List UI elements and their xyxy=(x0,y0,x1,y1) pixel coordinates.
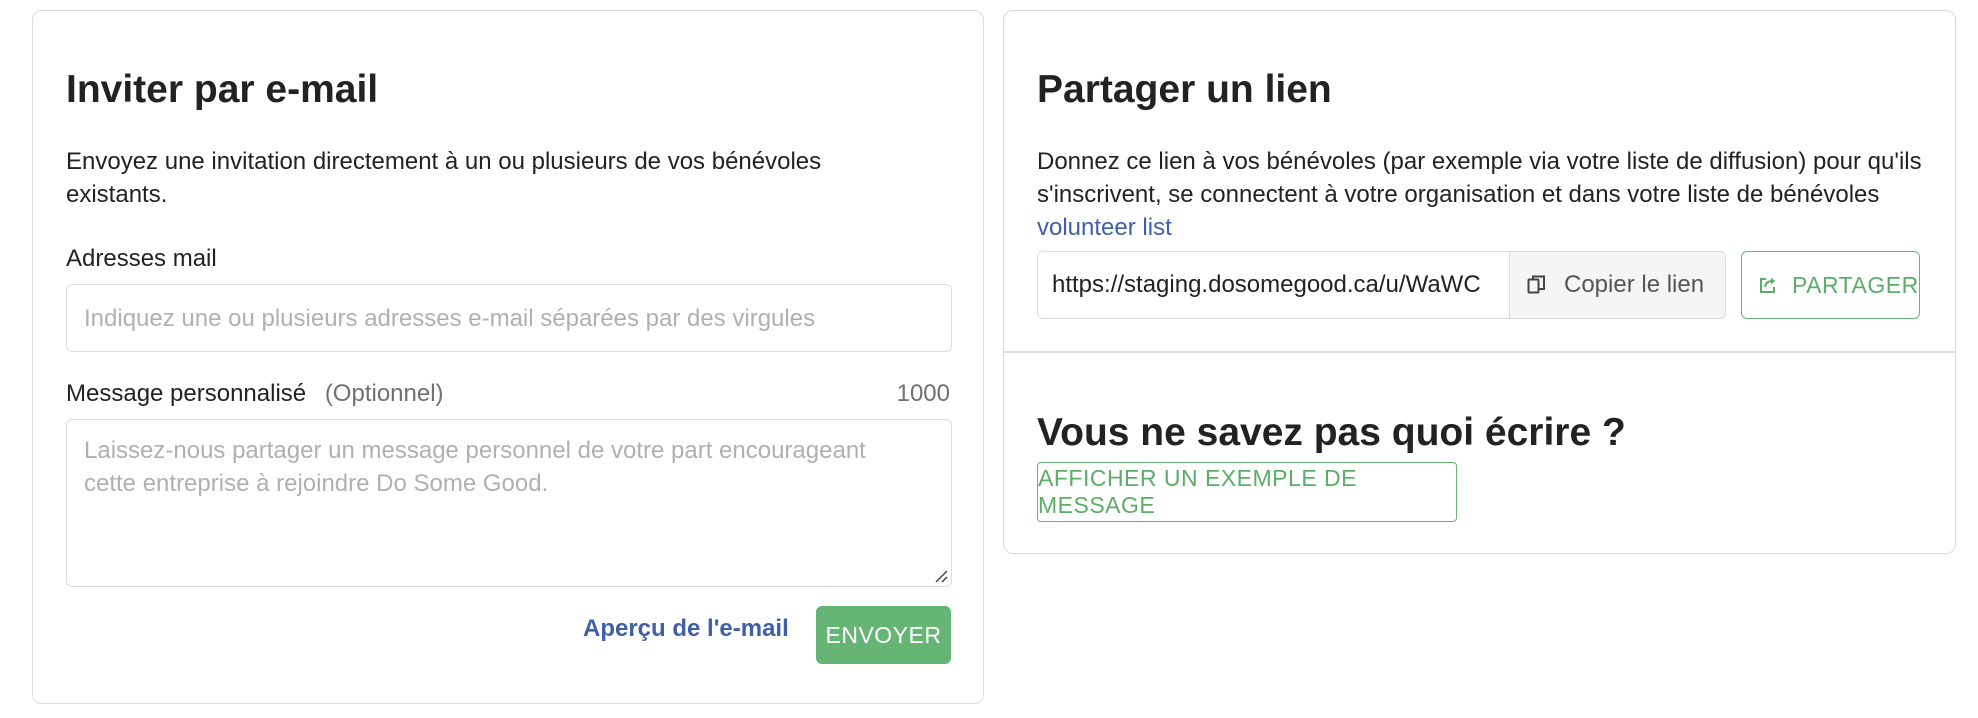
invite-title: Inviter par e-mail xyxy=(66,68,379,111)
message-optional-label: (Optionnel) xyxy=(324,380,444,407)
share-description-text: Donnez ce lien à vos bénévoles (par exem… xyxy=(1037,148,1922,208)
share-icon xyxy=(1760,277,1775,293)
message-label: Message personnalisé xyxy=(66,380,307,407)
share-label: PARTAGER xyxy=(1792,271,1919,298)
preview-email-link[interactable]: Aperçu de l'e-mail xyxy=(583,614,789,644)
share-url-group: https://staging.dosomegood.ca/u/WaWC xyxy=(1037,251,1509,319)
resize-handle-icon[interactable] xyxy=(934,569,948,583)
message-placeholder: Laissez-nous partager un message personn… xyxy=(84,437,866,497)
email-label: Adresses mail xyxy=(66,245,217,272)
copy-link-label: Copier le lien xyxy=(1564,271,1705,298)
invite-by-email-card: Inviter par e-mail Envoyez une invitatio… xyxy=(32,10,984,704)
share-url-field[interactable]: https://staging.dosomegood.ca/u/WaWC xyxy=(1037,251,1509,319)
show-example-message-button[interactable]: AFFICHER UN EXEMPLE DE MESSAGE xyxy=(1037,462,1457,522)
copy-icon xyxy=(1527,275,1545,294)
send-button[interactable]: ENVOYER xyxy=(816,606,951,664)
copy-link-button[interactable]: Copier le lien xyxy=(1509,251,1726,319)
share-link-card: Partager un lien Donnez ce lien à vos bé… xyxy=(1003,10,1956,554)
message-char-count: 1000 xyxy=(896,380,950,407)
email-addresses-input[interactable]: Indiquez une ou plusieurs adresses e-mai… xyxy=(66,284,952,352)
invite-description: Envoyez une invitation directement à un … xyxy=(66,148,822,208)
volunteer-list-link[interactable]: volunteer list xyxy=(1037,214,1172,241)
share-button[interactable]: PARTAGER xyxy=(1741,251,1920,319)
personal-message-textarea[interactable]: Laissez-nous partager un message personn… xyxy=(66,419,952,587)
share-description: Donnez ce lien à vos bénévoles (par exem… xyxy=(1037,145,1927,244)
email-placeholder: Indiquez une ou plusieurs adresses e-mai… xyxy=(84,304,816,332)
help-title: Vous ne savez pas quoi écrire ? xyxy=(1037,411,1626,454)
section-divider xyxy=(1004,351,1955,353)
message-label-row: Message personnalisé (Optionnel) xyxy=(66,379,444,409)
share-title: Partager un lien xyxy=(1037,68,1332,111)
